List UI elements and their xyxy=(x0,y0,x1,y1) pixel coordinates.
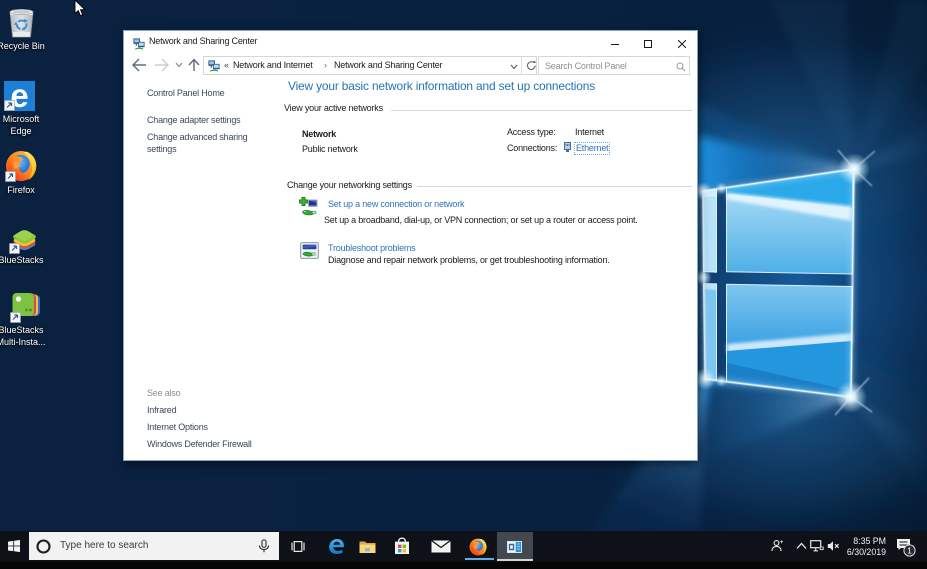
svg-text:1: 1 xyxy=(907,546,912,556)
